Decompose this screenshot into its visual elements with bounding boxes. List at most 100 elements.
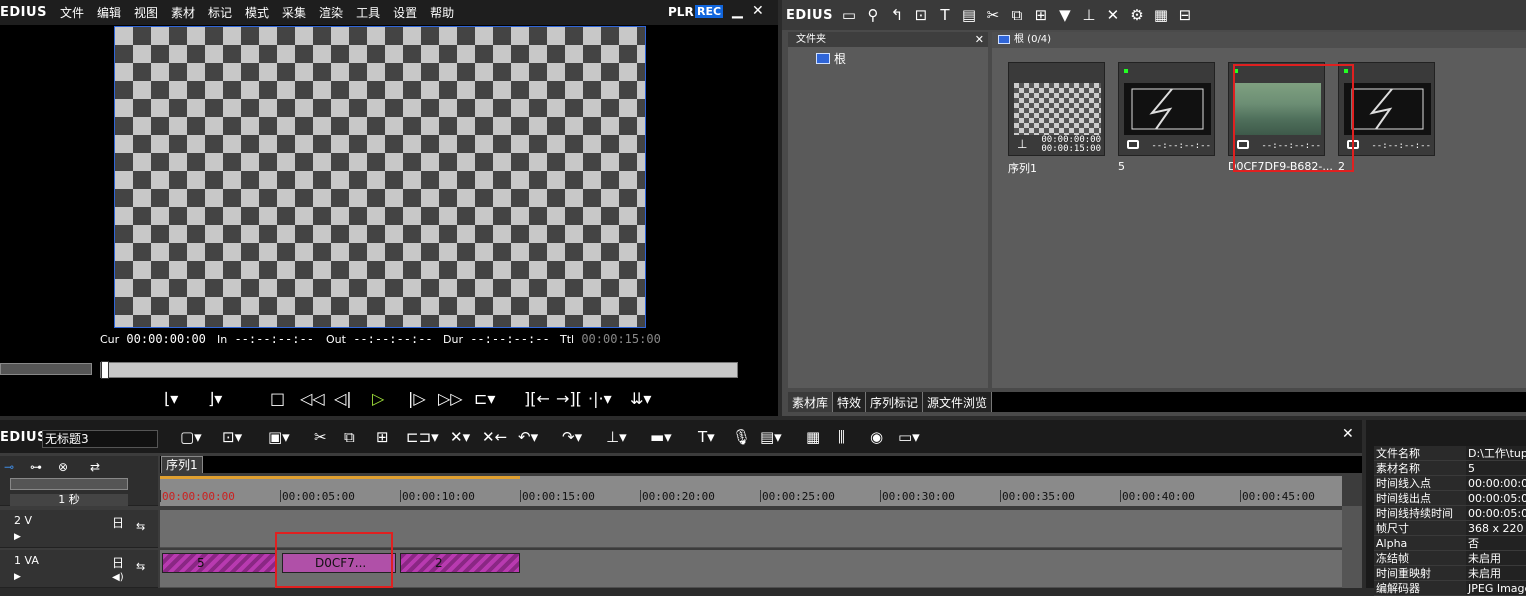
set-in-icon[interactable]: ⌊▾	[164, 389, 178, 409]
clip-sequence[interactable]: 00:00:00:00 00:00:15:00 ⊥	[1008, 62, 1105, 156]
menu-settings[interactable]: 设置	[393, 4, 417, 21]
loop-icon[interactable]: ⊏▾	[474, 389, 495, 409]
menu-marker[interactable]: 标记	[208, 4, 232, 21]
step-back-icon[interactable]: ◁|	[334, 389, 352, 409]
vertical-scrollbar[interactable]	[1342, 506, 1362, 588]
insert-icon[interactable]: ][←	[524, 389, 550, 409]
track-controls: 1 秒 ⊸ ⊶ ⊗ ⇄	[0, 456, 158, 506]
track-header-1va[interactable]: 1 VA 日 ⇆ ◀) ▶	[0, 550, 158, 588]
menu-view[interactable]: 视图	[134, 4, 158, 21]
scrub-bar[interactable]	[100, 361, 738, 379]
add-to-timeline-icon[interactable]: ⊥	[1081, 6, 1097, 24]
copy-icon[interactable]: ⧉	[344, 428, 355, 446]
minimize-icon[interactable]: ▁	[732, 3, 743, 19]
info-row: 文件名称 D:\工作\tup	[1374, 446, 1526, 461]
lock-icon[interactable]: 日	[112, 514, 124, 531]
search-icon[interactable]: ⚲	[865, 6, 881, 24]
menu-clip[interactable]: 素材	[171, 4, 195, 21]
playhead-handle[interactable]	[101, 361, 109, 379]
title-icon[interactable]: T	[937, 6, 953, 24]
track-option-icon[interactable]: ⊸	[4, 460, 14, 474]
fast-forward-icon[interactable]: ▷▷	[438, 389, 463, 409]
undo-icon[interactable]: ↶▾	[518, 428, 538, 446]
view-mode-icon[interactable]: ▦	[1153, 6, 1169, 24]
mixer-icon[interactable]: ⫼	[838, 428, 845, 446]
tab-effects[interactable]: 特效	[833, 392, 867, 412]
speaker-icon[interactable]: ◀)	[112, 572, 124, 583]
expand-icon[interactable]: ▶	[14, 572, 21, 582]
folder-icon[interactable]: ▭	[841, 6, 857, 24]
title-icon[interactable]: T▾	[698, 428, 715, 446]
timeline-toolbar: EDIUS 无标题3 ▢▾ ⊡▾ ▣▾ ✂ ⧉ ⊞ ⊏⊐▾ ✕▾ ✕← ↶▾ ↷…	[0, 420, 1362, 453]
color-bar-icon[interactable]: ▤	[961, 6, 977, 24]
microphone-icon[interactable]: 🎙	[732, 428, 751, 446]
menu-capture[interactable]: 采集	[282, 4, 306, 21]
transition-icon[interactable]: ▬▾	[650, 428, 672, 446]
tab-source-browser[interactable]: 源文件浏览	[923, 392, 993, 412]
expand-icon[interactable]: ▶	[14, 532, 21, 542]
snap-icon[interactable]: ⊗	[58, 460, 68, 474]
add-cut-icon[interactable]: ⊥▾	[606, 428, 627, 446]
close-icon[interactable]: ✕	[1342, 426, 1354, 442]
set-out-icon[interactable]: ⌋▾	[208, 389, 222, 409]
step-forward-icon[interactable]: |▷	[408, 389, 426, 409]
menu-help[interactable]: 帮助	[430, 4, 454, 21]
sync-icon[interactable]: ⇄	[90, 460, 100, 474]
render-icon[interactable]: ▤▾	[760, 428, 782, 446]
tab-sequence-markers[interactable]: 序列标记	[866, 392, 924, 412]
menu-render[interactable]: 渲染	[319, 4, 343, 21]
ripple-icon[interactable]: ⊏⊐▾	[406, 428, 439, 446]
paste-icon[interactable]: ⊞	[1033, 6, 1049, 24]
marker-icon[interactable]: ▼	[1057, 6, 1073, 24]
lock-icon[interactable]: 日	[112, 554, 124, 571]
cut-icon[interactable]: ✂	[314, 428, 327, 446]
table-icon[interactable]: ▦	[806, 428, 820, 446]
stop-icon[interactable]: □	[270, 389, 285, 409]
paste-icon[interactable]: ⊞	[376, 428, 389, 446]
link-icon[interactable]: ⊶	[30, 460, 42, 474]
sync-icon[interactable]: ⇆	[136, 560, 145, 573]
sync-icon[interactable]: ⇆	[136, 520, 145, 533]
play-icon[interactable]: ▷	[372, 389, 384, 409]
project-name[interactable]: 无标题3	[42, 430, 158, 448]
save-icon[interactable]: ▣▾	[268, 428, 290, 446]
menu-tools[interactable]: 工具	[356, 4, 380, 21]
delete-icon[interactable]: ✕	[1105, 6, 1121, 24]
menu-mode[interactable]: 模式	[245, 4, 269, 21]
copy-icon[interactable]: ⧉	[1009, 6, 1025, 24]
open-project-icon[interactable]: ⊡▾	[222, 428, 242, 446]
overwrite-icon[interactable]: →][	[556, 389, 582, 409]
track-header-2v[interactable]: 2 V 日 ⇆ ▶	[0, 510, 158, 548]
rec-mode-button[interactable]: REC	[695, 5, 724, 18]
sequence-tabs	[160, 456, 1362, 473]
ruler-label: 00:00:30:00	[882, 490, 955, 503]
root-folder[interactable]: 根	[816, 50, 846, 67]
ripple-delete-icon[interactable]: ✕←	[482, 428, 507, 446]
jog-slider[interactable]	[0, 363, 92, 375]
redo-icon[interactable]: ↷▾	[562, 428, 582, 446]
up-folder-icon[interactable]: ↰	[889, 6, 905, 24]
window-layout-icon[interactable]: ▭▾	[898, 428, 920, 446]
scale-select[interactable]: 1 秒	[10, 494, 128, 506]
cut-icon[interactable]: ✂	[985, 6, 1001, 24]
close-icon[interactable]: ✕	[752, 3, 764, 19]
menu-file[interactable]: 文件	[60, 4, 84, 21]
export-icon[interactable]: ⇊▾	[630, 389, 651, 409]
match-frame-icon[interactable]: ·|·▾	[588, 389, 612, 409]
close-icon[interactable]: ✕	[975, 32, 984, 47]
delete-icon[interactable]: ✕▾	[450, 428, 470, 446]
menu-edit[interactable]: 编辑	[97, 4, 121, 21]
timeline-clip-5[interactable]: 5	[162, 553, 276, 573]
new-sequence-icon[interactable]: ▢▾	[180, 428, 202, 446]
rewind-icon[interactable]: ◁◁	[300, 389, 325, 409]
properties-icon[interactable]: ⚙	[1129, 6, 1145, 24]
plr-mode-button[interactable]: PLR	[668, 5, 694, 19]
clip-image[interactable]: --:--:--:--	[1118, 62, 1215, 156]
briefcase-icon[interactable]: ⊟	[1177, 6, 1193, 24]
timeline-clip-2[interactable]: 2	[400, 553, 520, 573]
add-clip-icon[interactable]: ⊡	[913, 6, 929, 24]
zoom-slider[interactable]	[10, 478, 128, 490]
color-icon[interactable]: ◉	[870, 428, 883, 446]
tab-sequence-1[interactable]: 序列1	[161, 456, 203, 473]
tab-bin[interactable]: 素材库	[788, 392, 834, 412]
